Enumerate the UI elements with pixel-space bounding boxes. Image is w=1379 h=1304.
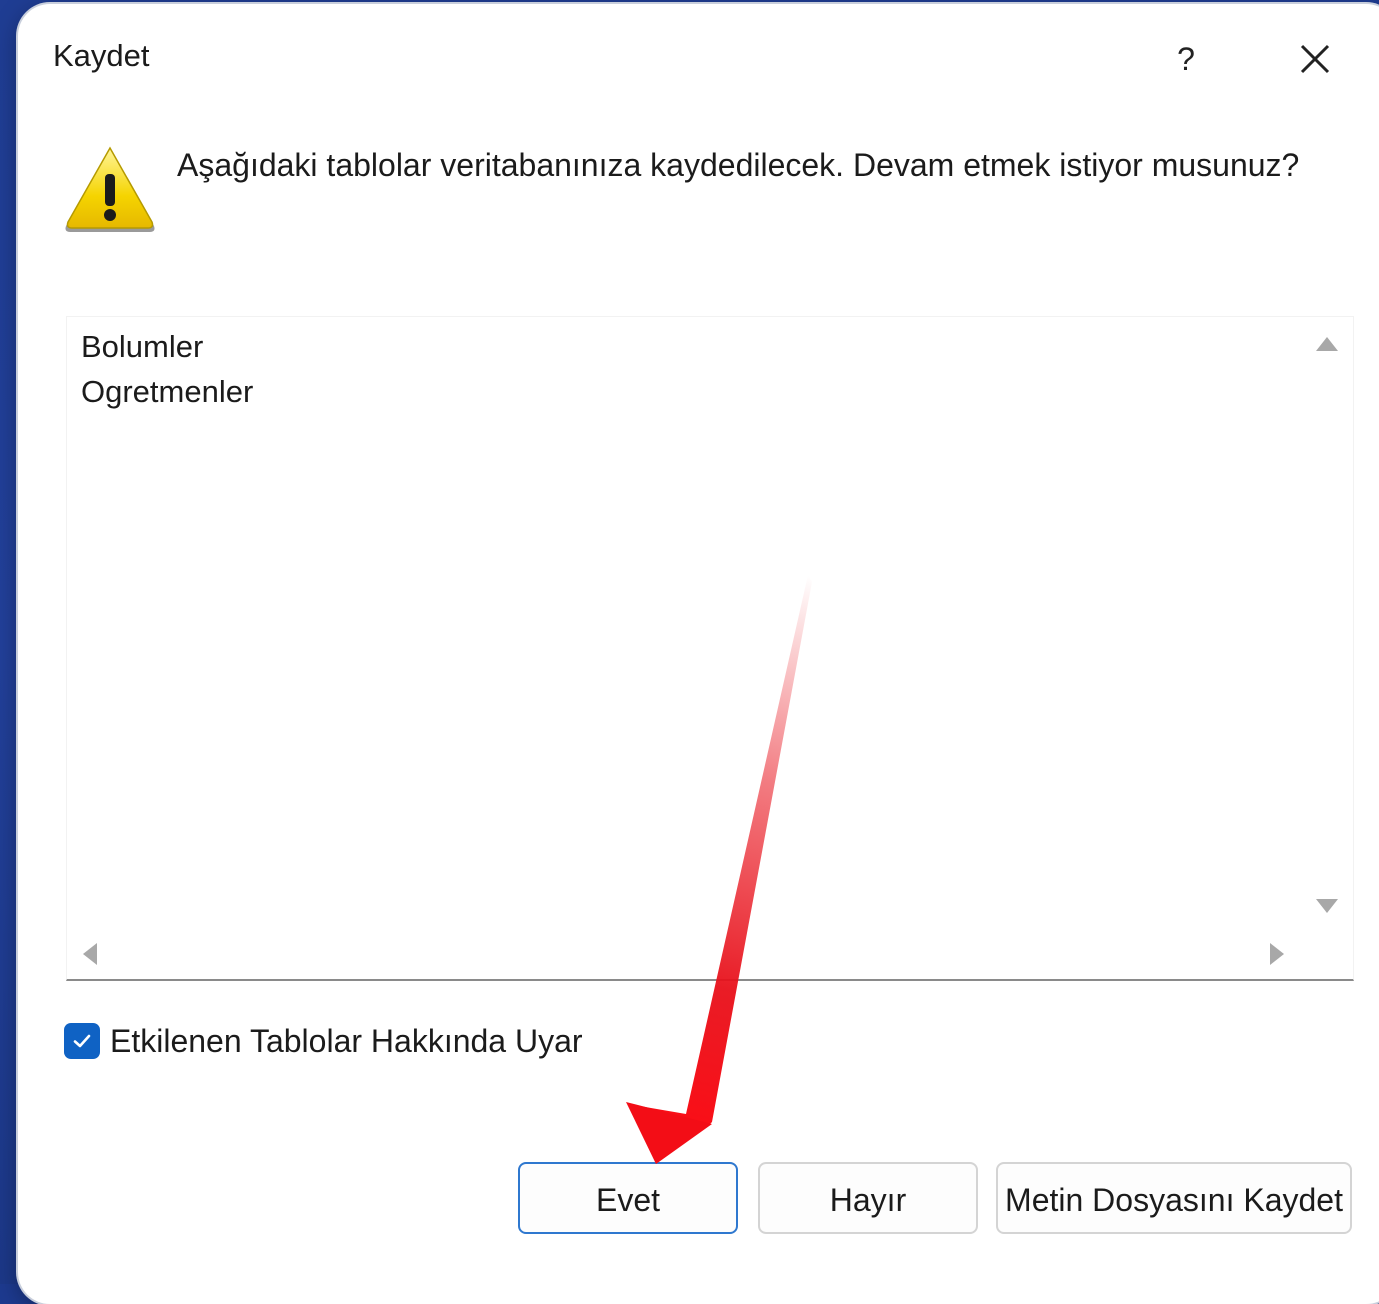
help-button[interactable]: ? <box>1166 34 1206 84</box>
warn-affected-tables-checkbox[interactable] <box>64 1023 100 1059</box>
confirmation-message: Aşağıdaki tablolar veritabanınıza kayded… <box>177 147 1300 183</box>
warn-affected-tables-label: Etkilenen Tablolar Hakkında Uyar <box>110 1022 583 1059</box>
yes-button[interactable]: Evet <box>518 1162 738 1234</box>
list-item[interactable]: Bolumler <box>81 329 203 365</box>
dialog-title: Kaydet <box>53 38 150 73</box>
scroll-down-arrow-icon[interactable] <box>1316 899 1338 913</box>
scroll-left-arrow-icon[interactable] <box>83 943 97 965</box>
checkmark-icon <box>73 1034 91 1048</box>
tables-listbox[interactable]: Bolumler Ogretmenler <box>66 316 1354 981</box>
scroll-up-arrow-icon[interactable] <box>1316 337 1338 351</box>
warning-icon <box>65 146 155 232</box>
list-item[interactable]: Ogretmenler <box>81 374 253 410</box>
close-button[interactable] <box>1290 34 1340 84</box>
close-icon <box>1300 44 1330 74</box>
scroll-right-arrow-icon[interactable] <box>1270 943 1284 965</box>
save-text-file-button[interactable]: Metin Dosyasını Kaydet <box>996 1162 1352 1234</box>
save-dialog: Kaydet ? Aşağıdaki tablolar veritabanını… <box>18 4 1379 1304</box>
no-button[interactable]: Hayır <box>758 1162 978 1234</box>
warn-affected-tables-option[interactable]: Etkilenen Tablolar Hakkında Uyar <box>64 1018 583 1064</box>
